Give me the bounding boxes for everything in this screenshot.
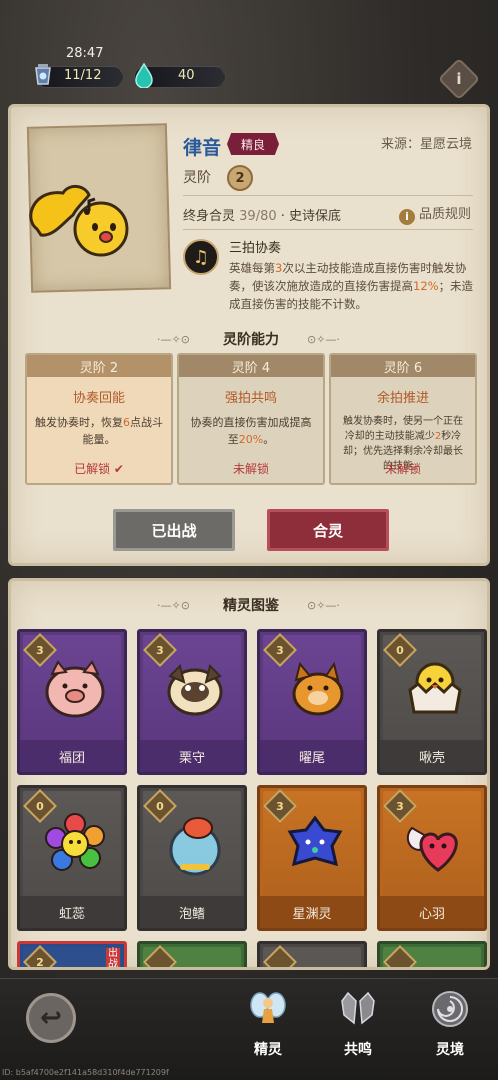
lifetime-suffix: · 史诗保底 [280,209,342,224]
pet-card[interactable]: 3 栗守 [137,629,247,775]
ability-card-tier2[interactable]: 灵阶 2 协奏回能 触发协奏时，恢复6点战斗能量。 已解锁 ✔ [25,353,173,485]
pet-name: 虹蕊 [20,896,124,928]
debug-id: ID: b5af4700e2f141a58d310f4de771209f [2,1068,169,1077]
star-blob-icon [287,815,343,867]
lantern-icon [35,64,51,85]
back-button[interactable]: ↩ [26,993,76,1043]
crystal-icon [341,991,375,1025]
lifetime-value: 39/80 [239,209,277,224]
unlock-status: 未解锁 [232,462,269,476]
back-arrow-icon: ↩ [40,1003,62,1033]
info-icon: i [456,70,462,88]
rules-label: 品质规则 [419,207,472,222]
ornament-right: ⊙✧—· [307,333,340,346]
fairy-icon [250,992,286,1023]
pet-name: 星渊灵 [260,896,364,928]
nav-label: 共鸣 [344,1042,372,1058]
rarity-badge: 精良 [227,133,279,155]
spirit-codex-panel: ·—✧⊙ 精灵图鉴 ⊙✧—· 3 福团 3 栗守 3 曜尾 0 啾壳 0 虹蕊 … [8,578,490,970]
pet-name: 栗守 [140,740,244,772]
nav-spirit[interactable]: 精灵 [238,989,298,1059]
ability-card-head: 灵阶 6 [331,355,475,377]
ability-card-text: 协奏的直接伤害加成提高至20%。 [190,416,312,446]
nav-realm[interactable]: 灵境 [420,989,480,1059]
info-icon: i [399,209,415,225]
winged-heart-icon [406,826,458,872]
nav-label: 精灵 [254,1042,282,1058]
pet-name: 曜尾 [260,740,364,772]
ability-card-head: 灵阶 2 [27,355,171,377]
ability-card-tier4[interactable]: 灵阶 4 强拍共鸣 协奏的直接伤害加成提高至20%。 未解锁 [177,353,325,485]
info-button[interactable]: i [437,57,481,101]
status-bar: 28:47 11/12 40 i [0,0,498,101]
clock: 28:47 [66,46,104,61]
pet-card[interactable]: 0 啾壳 [377,629,487,775]
quality-rules-link[interactable]: i 品质规则 [399,203,471,225]
bottom-nav: ↩ 精灵 共鸣 灵境 [0,978,498,1080]
egg-chick-icon [408,662,462,714]
divider [183,229,473,230]
pet-name: 福团 [20,740,124,772]
pet-card[interactable]: 3 福团 [17,629,127,775]
ability-card-title: 协奏回能 [72,391,125,406]
pet-name: 心羽 [380,896,484,928]
pet-card[interactable] [257,941,367,967]
unlock-status: 未解锁 [384,462,421,476]
deployed-button[interactable]: 已出战 [113,509,235,551]
pet-card[interactable]: 0 虹蕊 [17,785,127,931]
tier-label: 灵阶 [183,170,211,186]
teal-gem-icon [135,62,153,88]
ornament-left: ·—✧⊙ [157,599,190,612]
pet-name: 泡鳍 [140,896,244,928]
ornament-right: ⊙✧—· [307,599,340,612]
unlock-status: 已解锁 ✔ [74,462,124,476]
ability-card-title: 强拍共鸣 [224,391,277,406]
tier-badge: 2 [227,165,253,191]
merge-button[interactable]: 合灵 [267,509,389,551]
nav-label: 灵境 [436,1042,464,1058]
ability-card-head: 灵阶 4 [179,355,323,377]
pug-icon [167,664,223,716]
spirit-name: 律音 [183,137,222,159]
ability-card-text: 触发协奏时，恢复6点战斗能量。 [35,416,163,446]
pet-card[interactable]: 0 泡鳍 [137,785,247,931]
pet-card[interactable]: 3 星渊灵 [257,785,367,931]
pet-card[interactable]: 3 心羽 [377,785,487,931]
rainbow-flower-icon [45,813,105,871]
gems-value: 40 [178,68,195,83]
note-chick-icon [29,185,129,257]
pet-card[interactable] [377,941,487,967]
codex-title: 精灵图鉴 [223,598,279,614]
fox-dog-icon [292,661,344,716]
vortex-icon [432,991,468,1027]
stamina-value: 11/12 [64,68,102,83]
pet-card[interactable] [137,941,247,967]
skill-name: 三拍协奏 [229,241,282,256]
source-label: 来源：星愿云境 [381,137,473,152]
ability-card-tier6[interactable]: 灵阶 6 余拍推进 触发协奏时，使另一个正在冷却的主动技能减少2秒冷却；优先选择… [329,353,477,485]
pet-name: 啾壳 [380,740,484,772]
pet-card[interactable]: 3 曜尾 [257,629,367,775]
pig-icon [45,660,105,718]
ornament-left: ·—✧⊙ [157,333,190,346]
fishbowl-icon [169,817,221,876]
ability-card-text: 触发协奏时，使另一个正在冷却的主动技能减少2秒冷却；优先选择剩余冷却最长的技能。 [343,416,463,472]
deployed-badge: 出战 [106,948,120,970]
ability-card-title: 余拍推进 [376,391,429,406]
nav-resonance[interactable]: 共鸣 [328,989,388,1059]
music-note-icon: ♫ [183,239,219,275]
abilities-title: 灵阶能力 [223,332,279,348]
divider [183,195,473,196]
lifetime-merge: 终身合灵 39/80 · 史诗保底 [183,205,341,224]
lifetime-label: 终身合灵 [183,209,236,224]
skill-description: 英雄每第3次以主动技能造成直接伤害时触发协奏，使该次施放造成的直接伤害提高12%… [229,261,474,311]
spirit-detail-panel: 律音 精良 来源：星愿云境 灵阶 2 终身合灵 39/80 · 史诗保底 i 品质… [8,104,490,566]
pet-card[interactable]: 2 出战 [17,941,127,970]
